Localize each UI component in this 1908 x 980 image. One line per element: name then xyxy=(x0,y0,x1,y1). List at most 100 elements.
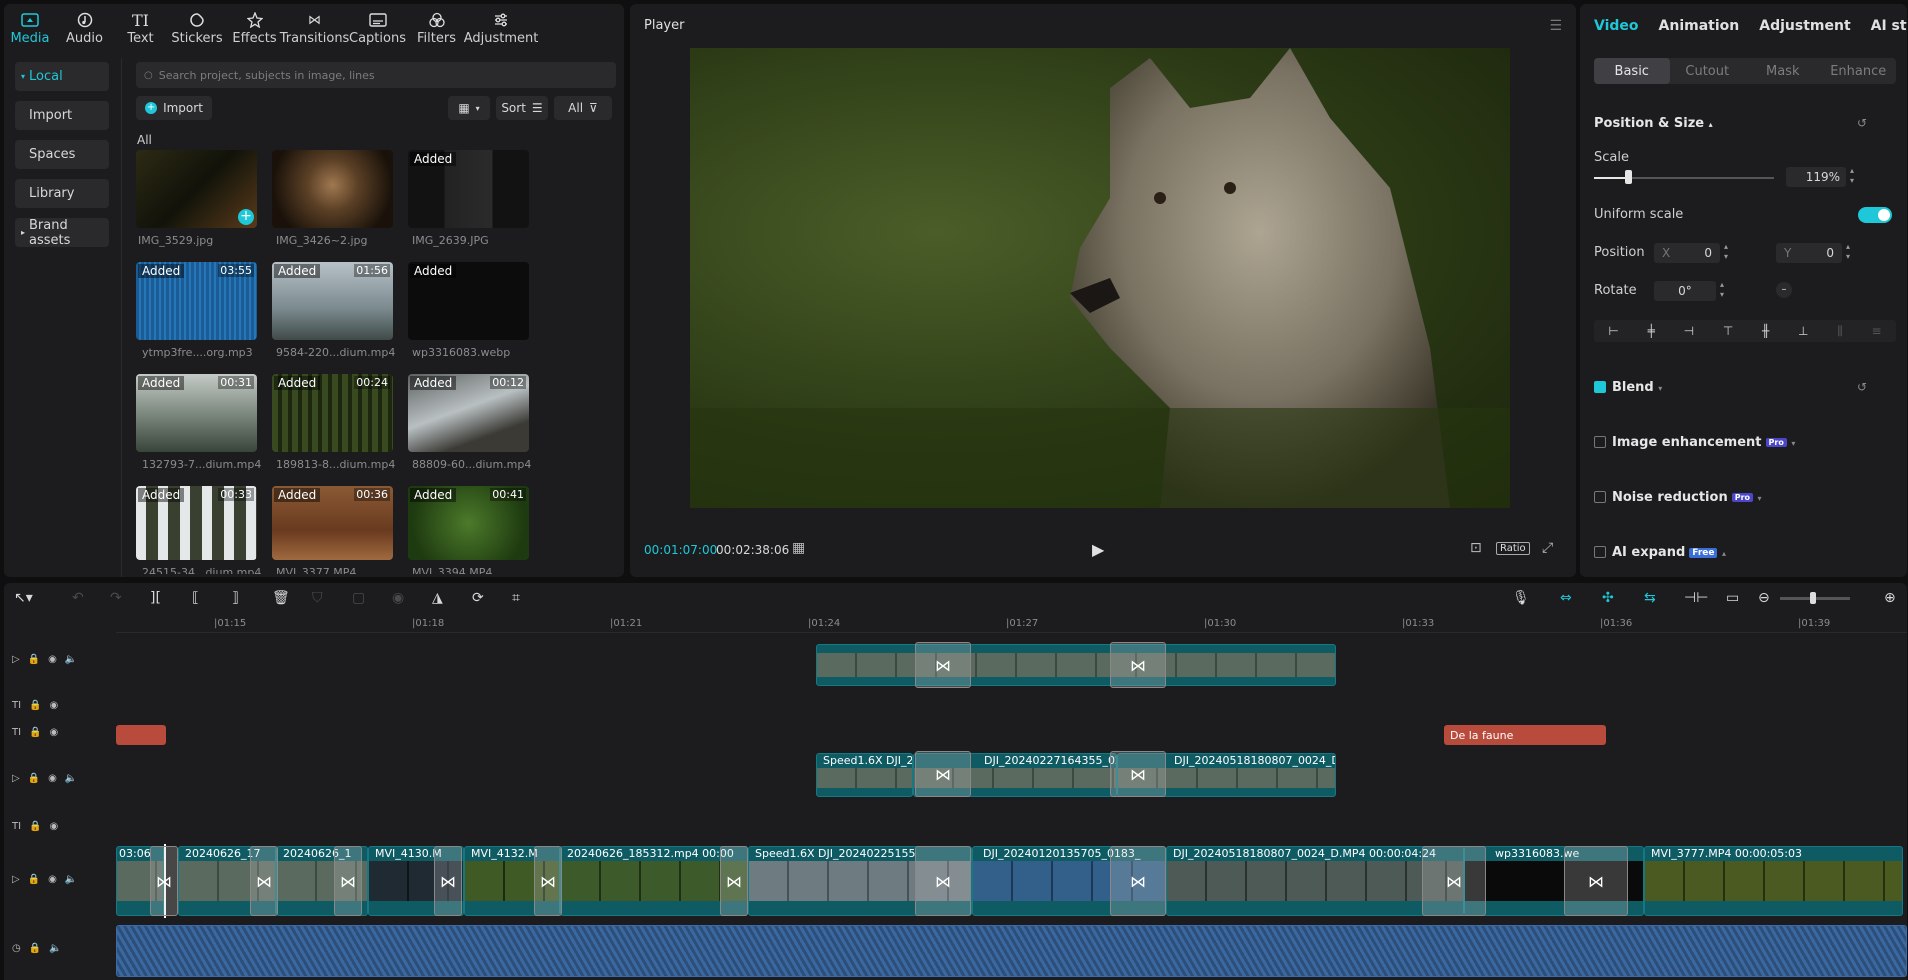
media-thumb[interactable]: Added 00:31 xyxy=(136,374,257,452)
zoom-in-icon[interactable]: ⊕ xyxy=(1884,590,1896,606)
reverse-icon[interactable]: ◉ xyxy=(392,590,404,606)
media-thumb[interactable] xyxy=(272,150,393,228)
freeze-frame-icon[interactable]: ▢ xyxy=(352,590,365,606)
split-right-icon[interactable]: ⟧ xyxy=(232,590,239,606)
scale-input[interactable]: 119% xyxy=(1786,167,1846,187)
microphone-icon[interactable]: 🎙 xyxy=(1512,590,1530,606)
transition-marker[interactable]: ⋈ xyxy=(1110,846,1166,916)
media-thumb[interactable]: Added 00:41 xyxy=(408,486,529,560)
crop-icon[interactable]: ⌗ xyxy=(512,590,520,606)
transition-marker[interactable]: ⋈ xyxy=(150,846,178,916)
transition-marker[interactable]: ⋈ xyxy=(434,846,462,916)
split-left-icon[interactable]: ⟦ xyxy=(192,590,199,606)
side-nav-library[interactable]: Library xyxy=(15,179,109,208)
media-thumb[interactable]: Added 01:56 xyxy=(272,262,393,340)
auto-snapping-icon[interactable]: ✣ xyxy=(1602,590,1614,606)
transition-marker[interactable]: ⋈ xyxy=(334,846,362,916)
tab-effects[interactable]: Effects xyxy=(226,4,283,50)
lock-icon[interactable]: 🔒 xyxy=(29,700,41,711)
media-thumb[interactable]: Added 00:12 xyxy=(408,374,529,452)
position-size-heading[interactable]: Position & Size ▴ xyxy=(1594,116,1713,131)
volume-icon[interactable]: 🔈 xyxy=(49,943,61,954)
scale-slider-knob[interactable] xyxy=(1625,170,1633,184)
mirror-icon[interactable]: ◮ xyxy=(432,590,443,606)
volume-icon[interactable]: 🔈 xyxy=(65,654,77,665)
transition-marker[interactable]: ⋈ xyxy=(1110,751,1166,797)
volume-icon[interactable]: 🔈 xyxy=(65,874,77,885)
main-clip[interactable]: DJI_20240518180807_0024_D.MP4 00:00:04:2… xyxy=(1166,846,1464,916)
tab-text[interactable]: TI Text xyxy=(113,4,168,50)
rotate-input[interactable]: 0° xyxy=(1654,281,1716,301)
lock-icon[interactable]: 🔒 xyxy=(29,943,41,954)
rotate-icon[interactable]: ⟳ xyxy=(472,590,484,606)
play-button[interactable]: ▶ xyxy=(1092,540,1104,559)
zoom-out-icon[interactable]: ⊖ xyxy=(1758,590,1770,606)
noise-reduction-section[interactable]: Noise reduction Pro ▾ xyxy=(1594,490,1762,505)
blend-reset-icon[interactable]: ↺ xyxy=(1857,380,1867,394)
filter-button[interactable]: All ⊽ xyxy=(554,96,612,120)
ai-expand-section[interactable]: AI expand Free ▴ xyxy=(1594,545,1726,560)
transition-marker[interactable]: ⋈ xyxy=(1110,642,1166,688)
eye-icon[interactable]: ◉ xyxy=(48,654,57,665)
tab-media[interactable]: Media xyxy=(4,4,56,50)
scale-stepper-icon[interactable]: ▴ ▾ xyxy=(1850,166,1854,186)
fullscreen-icon[interactable]: ⤢ xyxy=(1542,540,1553,556)
eye-icon[interactable]: ◉ xyxy=(48,874,57,885)
volume-icon[interactable]: 🔈 xyxy=(65,773,77,784)
media-search-input[interactable]: ○ Search project, subjects in image, lin… xyxy=(136,62,616,88)
overlay-clip[interactable]: Speed1.6X DJI_2024 xyxy=(816,753,913,797)
segment-basic[interactable]: Basic xyxy=(1594,58,1670,84)
position-x-input[interactable]: X0 xyxy=(1654,243,1720,263)
y-stepper-icon[interactable]: ▴ ▾ xyxy=(1846,242,1850,262)
x-stepper-icon[interactable]: ▴ ▾ xyxy=(1724,242,1728,262)
lock-icon[interactable]: 🔒 xyxy=(29,727,41,738)
select-tool-icon[interactable]: ↖▾ xyxy=(14,590,33,606)
image-enhancement-checkbox[interactable] xyxy=(1594,436,1606,448)
distribute-h-icon[interactable]: ⫼ xyxy=(1837,324,1843,339)
lock-icon[interactable]: 🔒 xyxy=(28,773,40,784)
view-toggle-button[interactable]: ▦ ▾ xyxy=(448,96,490,120)
menu-icon[interactable]: ☰ xyxy=(1549,18,1562,34)
main-track-magnet-icon[interactable]: ⇔ xyxy=(1560,590,1572,606)
transition-marker[interactable]: ⋈ xyxy=(720,846,748,916)
position-y-input[interactable]: Y0 xyxy=(1776,243,1842,263)
distribute-v-icon[interactable]: ≡ xyxy=(1872,324,1882,338)
media-thumb[interactable]: Added 03:55 xyxy=(136,262,257,340)
transition-marker[interactable]: ⋈ xyxy=(1422,846,1486,916)
side-nav-import[interactable]: Import xyxy=(15,101,109,130)
text-clip-de-la-faune[interactable]: De la faune xyxy=(1444,725,1606,745)
main-clip[interactable]: MVI_3777.MP4 00:00:05:03 xyxy=(1644,846,1903,916)
transition-marker[interactable]: ⋈ xyxy=(534,846,562,916)
linkage-icon[interactable]: ⇆ xyxy=(1644,590,1656,606)
eye-icon[interactable]: ◉ xyxy=(50,727,59,738)
align-bottom-icon[interactable]: ⊥ xyxy=(1798,324,1808,338)
tab-ai-style[interactable]: AI sty xyxy=(1871,18,1907,34)
eye-icon[interactable]: ◉ xyxy=(50,700,59,711)
tab-video[interactable]: Video xyxy=(1594,18,1639,34)
transition-marker[interactable]: ⋈ xyxy=(250,846,278,916)
side-nav-local[interactable]: ▾ Local xyxy=(15,62,109,91)
segment-enhance[interactable]: Enhance xyxy=(1821,58,1897,84)
add-to-timeline-icon[interactable]: + xyxy=(238,209,254,225)
fit-screen-icon[interactable]: ⊡ xyxy=(1470,540,1482,556)
image-enhancement-section[interactable]: Image enhancement Pro ▾ xyxy=(1594,435,1795,450)
align-top-icon[interactable]: ⊤ xyxy=(1723,324,1733,338)
lock-icon[interactable]: 🔒 xyxy=(28,654,40,665)
noise-reduction-checkbox[interactable] xyxy=(1594,491,1606,503)
side-nav-brand-assets[interactable]: ▸ Brand assets xyxy=(15,218,109,248)
split-preview-icon[interactable]: ⊣⊢ xyxy=(1684,590,1708,606)
media-thumb[interactable]: Added 00:36 xyxy=(272,486,393,560)
zoom-slider-knob[interactable] xyxy=(1810,592,1816,604)
rotate-dial-icon[interactable]: – xyxy=(1776,282,1792,298)
tab-audio[interactable]: Audio xyxy=(56,4,113,50)
media-thumb[interactable]: Added 00:33 xyxy=(136,486,257,560)
ratio-button[interactable]: Ratio xyxy=(1496,542,1530,555)
tab-adjustment[interactable]: Adjustment xyxy=(1759,18,1850,34)
align-right-icon[interactable]: ⊣ xyxy=(1684,324,1694,338)
side-nav-spaces[interactable]: Spaces xyxy=(15,140,109,169)
preview-axis-icon[interactable]: ▭ xyxy=(1726,590,1739,606)
eye-icon[interactable]: ◉ xyxy=(50,821,59,832)
eye-icon[interactable]: ◉ xyxy=(48,773,57,784)
segment-mask[interactable]: Mask xyxy=(1745,58,1821,84)
lock-icon[interactable]: 🔒 xyxy=(29,821,41,832)
